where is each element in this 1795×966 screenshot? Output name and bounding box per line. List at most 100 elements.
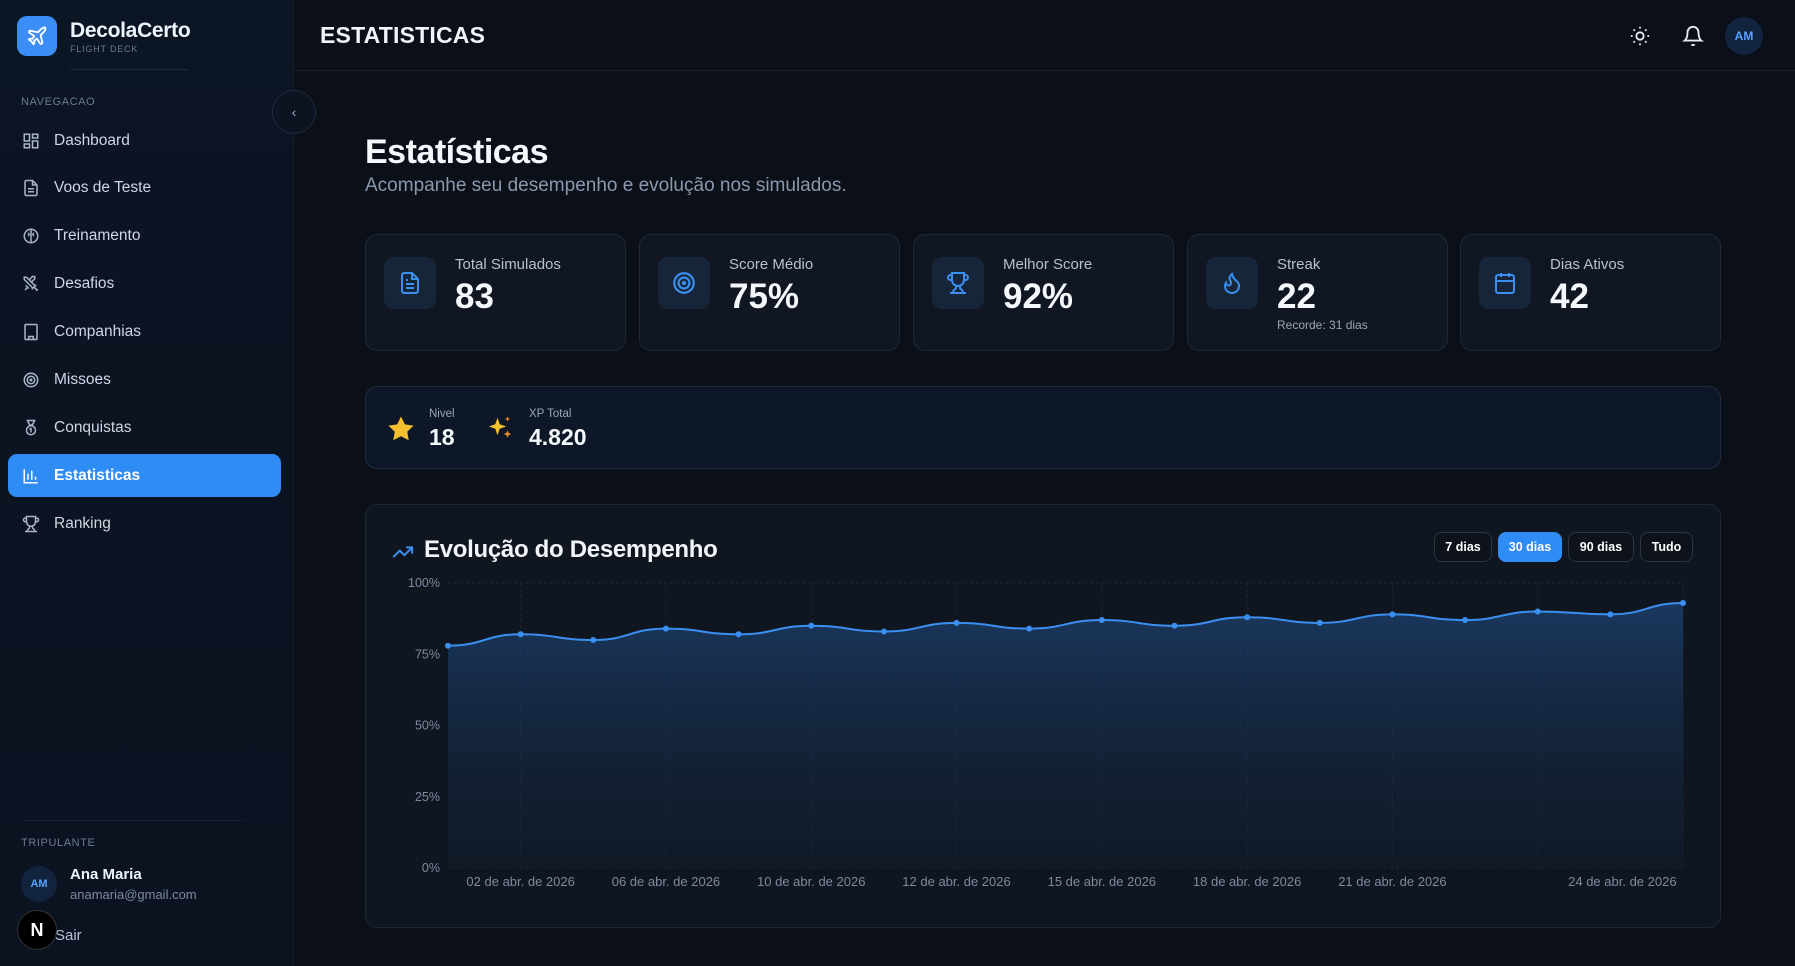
sidebar: DecolaCerto FLIGHT DECK NAVEGACAO Dashbo… [0, 0, 294, 966]
stat-card-total-simulados: Total Simulados 83 [365, 234, 626, 351]
data-point [880, 628, 887, 635]
theme-toggle-button[interactable] [1626, 22, 1654, 50]
sidebar-item-missoes[interactable]: Missoes [8, 358, 281, 401]
y-tick-label: 25% [415, 790, 440, 804]
avatar[interactable]: AM [21, 866, 57, 902]
x-tick-label: 21 de abr. de 2026 [1338, 874, 1446, 889]
sidebar-item-label: Treinamento [54, 226, 141, 244]
document-icon [384, 257, 436, 309]
stat-value: 75% [729, 277, 800, 316]
sidebar-item-dashboard[interactable]: Dashboard [8, 119, 281, 162]
sidebar-item-label: Missoes [54, 370, 111, 388]
bell-icon [1682, 26, 1704, 47]
sidebar-item-label: Dashboard [54, 131, 130, 149]
x-tick-label: 15 de abr. de 2026 [1048, 874, 1156, 889]
data-point [1316, 619, 1323, 626]
page-header-title: ESTATISTICAS [320, 22, 486, 48]
target-icon [21, 370, 41, 390]
data-point [808, 622, 815, 629]
data-point [1098, 617, 1105, 624]
trophy-icon [21, 514, 41, 534]
sidebar-item-ranking[interactable]: Ranking [8, 502, 281, 545]
stat-value: 22 [1277, 277, 1316, 316]
level-panel: Nivel 18 XP Total 4.820 [365, 386, 1721, 469]
collapse-sidebar-button[interactable]: ‹ [272, 90, 316, 134]
data-point [445, 642, 451, 649]
data-point [1607, 611, 1614, 618]
sidebar-item-estatisticas[interactable]: Estatisticas [8, 454, 281, 497]
data-point [1534, 608, 1541, 615]
y-tick-label: 75% [415, 647, 440, 661]
sidebar-item-label: Voos de Teste [54, 178, 152, 196]
brain-icon [21, 226, 41, 246]
flame-icon [1206, 257, 1258, 309]
sidebar-item-label: Estatisticas [54, 466, 141, 484]
data-point [1026, 625, 1033, 632]
performance-chart: 0% 25% 50% 75% 100% 02 de abr. de 2026 06 de a… [408, 576, 1686, 889]
notifications-button[interactable] [1679, 22, 1707, 50]
data-point [662, 625, 669, 632]
sun-icon [1630, 26, 1650, 46]
target-icon [658, 257, 710, 309]
x-tick-label: 18 de abr. de 2026 [1193, 874, 1301, 889]
building-icon [21, 322, 41, 342]
page-subtitle: Acompanhe seu desempenho e evolução nos … [365, 175, 847, 196]
data-point [517, 631, 524, 638]
data-point [735, 631, 742, 638]
y-tick-label: 0% [422, 861, 440, 875]
page-title: Estatísticas [365, 133, 549, 171]
chevron-left-icon: ‹ [291, 104, 297, 120]
chart-area [448, 602, 1683, 868]
stat-card-streak: Streak 22 Recorde: 31 dias [1187, 234, 1448, 351]
sparkles-icon [484, 413, 516, 445]
user-name: Ana Maria [70, 866, 142, 883]
swords-icon [21, 274, 41, 294]
x-tick-label: 24 de abr. de 2026 [1568, 874, 1676, 889]
sidebar-item-desafios[interactable]: Desafios [8, 262, 281, 305]
sidebar-item-treinamento[interactable]: Treinamento [8, 214, 281, 257]
stat-value: 92% [1003, 277, 1074, 316]
avatar[interactable]: AM [1725, 17, 1763, 55]
sidebar-item-companhias[interactable]: Companhias [8, 310, 281, 353]
user-email: anamaria@gmail.com [70, 887, 197, 902]
sidebar-item-label: Conquistas [54, 418, 132, 436]
document-icon [21, 178, 41, 198]
data-point [953, 619, 960, 626]
x-tick-label: 02 de abr. de 2026 [466, 874, 574, 889]
xp-label: XP Total [529, 408, 572, 420]
stat-label: Dias Ativos [1550, 256, 1625, 273]
x-tick-label: 12 de abr. de 2026 [902, 874, 1010, 889]
brand-name: DecolaCerto [70, 18, 191, 42]
top-bar: ESTATISTICAS AM [294, 0, 1795, 71]
sidebar-item-label: Ranking [54, 514, 111, 532]
stat-record: Recorde: 31 dias [1277, 318, 1368, 332]
stat-label: Streak [1277, 256, 1321, 273]
stat-card-score-medio: Score Médio 75% [639, 234, 900, 351]
data-point [590, 637, 597, 643]
trophy-icon [932, 257, 984, 309]
stat-label: Total Simulados [455, 256, 561, 273]
x-tick-label: 10 de abr. de 2026 [757, 874, 865, 889]
grid-icon [21, 131, 41, 151]
data-point [1680, 599, 1686, 606]
x-tick-label: 06 de abr. de 2026 [612, 874, 720, 889]
crew-section-header: TRIPULANTE [21, 837, 96, 849]
logout-button[interactable]: Sair [55, 927, 82, 944]
level-value: 18 [429, 424, 455, 450]
divider [21, 820, 245, 821]
y-tick-label: 50% [415, 719, 440, 733]
divider [70, 69, 188, 70]
sidebar-item-voos-de-teste[interactable]: Voos de Teste [8, 166, 281, 209]
bar-chart-icon [21, 466, 41, 486]
stat-card-dias-ativos: Dias Ativos 42 [1460, 234, 1721, 351]
sidebar-item-label: Companhias [54, 322, 142, 340]
level-label: Nivel [429, 408, 455, 420]
n-logo-icon[interactable]: N [17, 910, 57, 950]
brand[interactable]: DecolaCerto FLIGHT DECK [17, 16, 191, 56]
calendar-icon [1479, 257, 1531, 309]
data-point [1244, 614, 1251, 621]
nav-section-header: NAVEGACAO [21, 96, 96, 108]
data-point [1462, 617, 1469, 624]
stat-label: Score Médio [729, 256, 814, 273]
sidebar-item-conquistas[interactable]: Conquistas [8, 406, 281, 449]
